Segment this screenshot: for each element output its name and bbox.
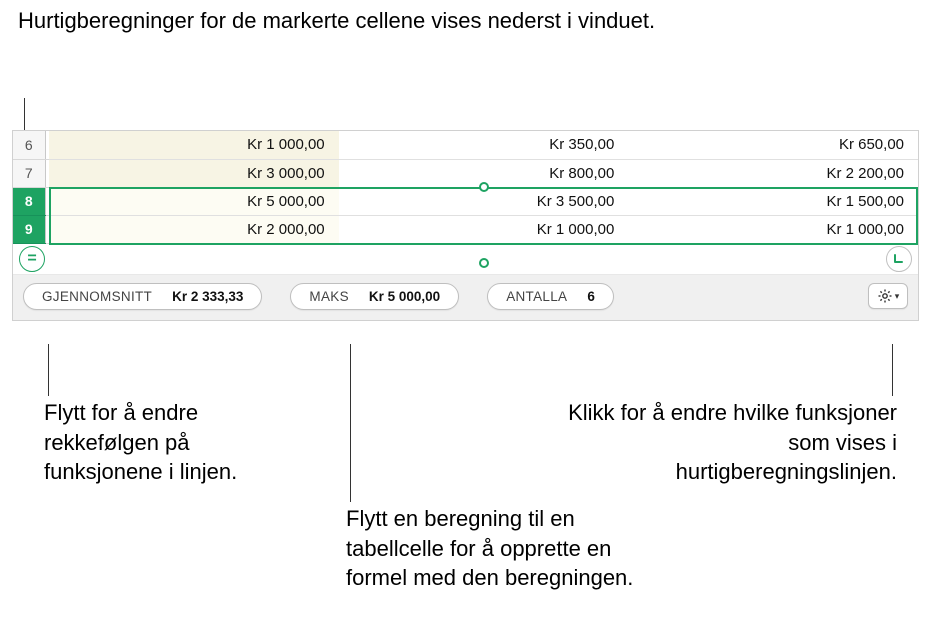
cell[interactable]: Kr 1 000,00 bbox=[628, 215, 918, 243]
table-row[interactable]: 6 Kr 1 000,00 Kr 350,00 Kr 650,00 bbox=[13, 131, 918, 159]
data-table: 6 Kr 1 000,00 Kr 350,00 Kr 650,00 7 Kr 3… bbox=[13, 131, 918, 244]
row-header[interactable]: 8 bbox=[13, 187, 45, 215]
row-header[interactable]: 9 bbox=[13, 215, 45, 243]
calc-value: Kr 2 333,33 bbox=[172, 289, 243, 304]
cell[interactable]: Kr 1 000,00 bbox=[339, 215, 629, 243]
equals-icon: = bbox=[27, 250, 36, 268]
spreadsheet-panel: 6 Kr 1 000,00 Kr 350,00 Kr 650,00 7 Kr 3… bbox=[12, 130, 919, 321]
calc-label: GJENNOMSNITT bbox=[42, 289, 152, 304]
callout-left-leader bbox=[48, 344, 49, 396]
calc-label: MAKS bbox=[309, 289, 348, 304]
formula-button[interactable]: = bbox=[19, 246, 45, 272]
cell[interactable]: Kr 3 000,00 bbox=[49, 159, 339, 187]
callout-bottom-left: Flytt for å endre rekkefølgen på funksjo… bbox=[44, 398, 304, 487]
table-row[interactable]: 7 Kr 3 000,00 Kr 800,00 Kr 2 200,00 bbox=[13, 159, 918, 187]
table-row-selected[interactable]: 9 Kr 2 000,00 Kr 1 000,00 Kr 1 000,00 bbox=[13, 215, 918, 243]
row-header[interactable]: 6 bbox=[13, 131, 45, 159]
gear-icon bbox=[877, 288, 893, 304]
cell[interactable]: Kr 5 000,00 bbox=[49, 187, 339, 215]
cell[interactable]: Kr 800,00 bbox=[339, 159, 629, 187]
cell[interactable]: Kr 2 000,00 bbox=[49, 215, 339, 243]
cell[interactable]: Kr 3 500,00 bbox=[339, 187, 629, 215]
callout-bottom-middle: Flytt en beregning til en tabellcelle fo… bbox=[346, 504, 676, 593]
calc-settings-button[interactable]: ▾ bbox=[868, 283, 908, 309]
calc-value: Kr 5 000,00 bbox=[369, 289, 440, 304]
quick-calc-bar: GJENNOMSNITT Kr 2 333,33 MAKS Kr 5 000,0… bbox=[13, 274, 918, 320]
corner-icon bbox=[892, 252, 906, 266]
callout-right-leader bbox=[892, 344, 893, 396]
cell[interactable]: Kr 1 500,00 bbox=[628, 187, 918, 215]
calc-label: ANTALLA bbox=[506, 289, 567, 304]
cell-corner-button[interactable] bbox=[886, 246, 912, 272]
calc-pill-average[interactable]: GJENNOMSNITT Kr 2 333,33 bbox=[23, 283, 262, 310]
calc-pill-max[interactable]: MAKS Kr 5 000,00 bbox=[290, 283, 459, 310]
calc-pill-count[interactable]: ANTALLA 6 bbox=[487, 283, 614, 310]
callout-middle-leader bbox=[350, 344, 351, 502]
sheet-footer-icons: = bbox=[13, 244, 918, 274]
callout-bottom-right: Klikk for å endre hvilke funksjoner som … bbox=[567, 398, 897, 487]
callout-top: Hurtigberegninger for de markerte cellen… bbox=[18, 6, 655, 36]
cell[interactable]: Kr 1 000,00 bbox=[49, 131, 339, 159]
callout-top-leader bbox=[24, 98, 25, 130]
chevron-down-icon: ▾ bbox=[895, 291, 900, 302]
row-header[interactable]: 7 bbox=[13, 159, 45, 187]
cell[interactable]: Kr 650,00 bbox=[628, 131, 918, 159]
cell[interactable]: Kr 2 200,00 bbox=[628, 159, 918, 187]
table-row-selected[interactable]: 8 Kr 5 000,00 Kr 3 500,00 Kr 1 500,00 bbox=[13, 187, 918, 215]
cell[interactable]: Kr 350,00 bbox=[339, 131, 629, 159]
calc-value: 6 bbox=[587, 289, 595, 304]
